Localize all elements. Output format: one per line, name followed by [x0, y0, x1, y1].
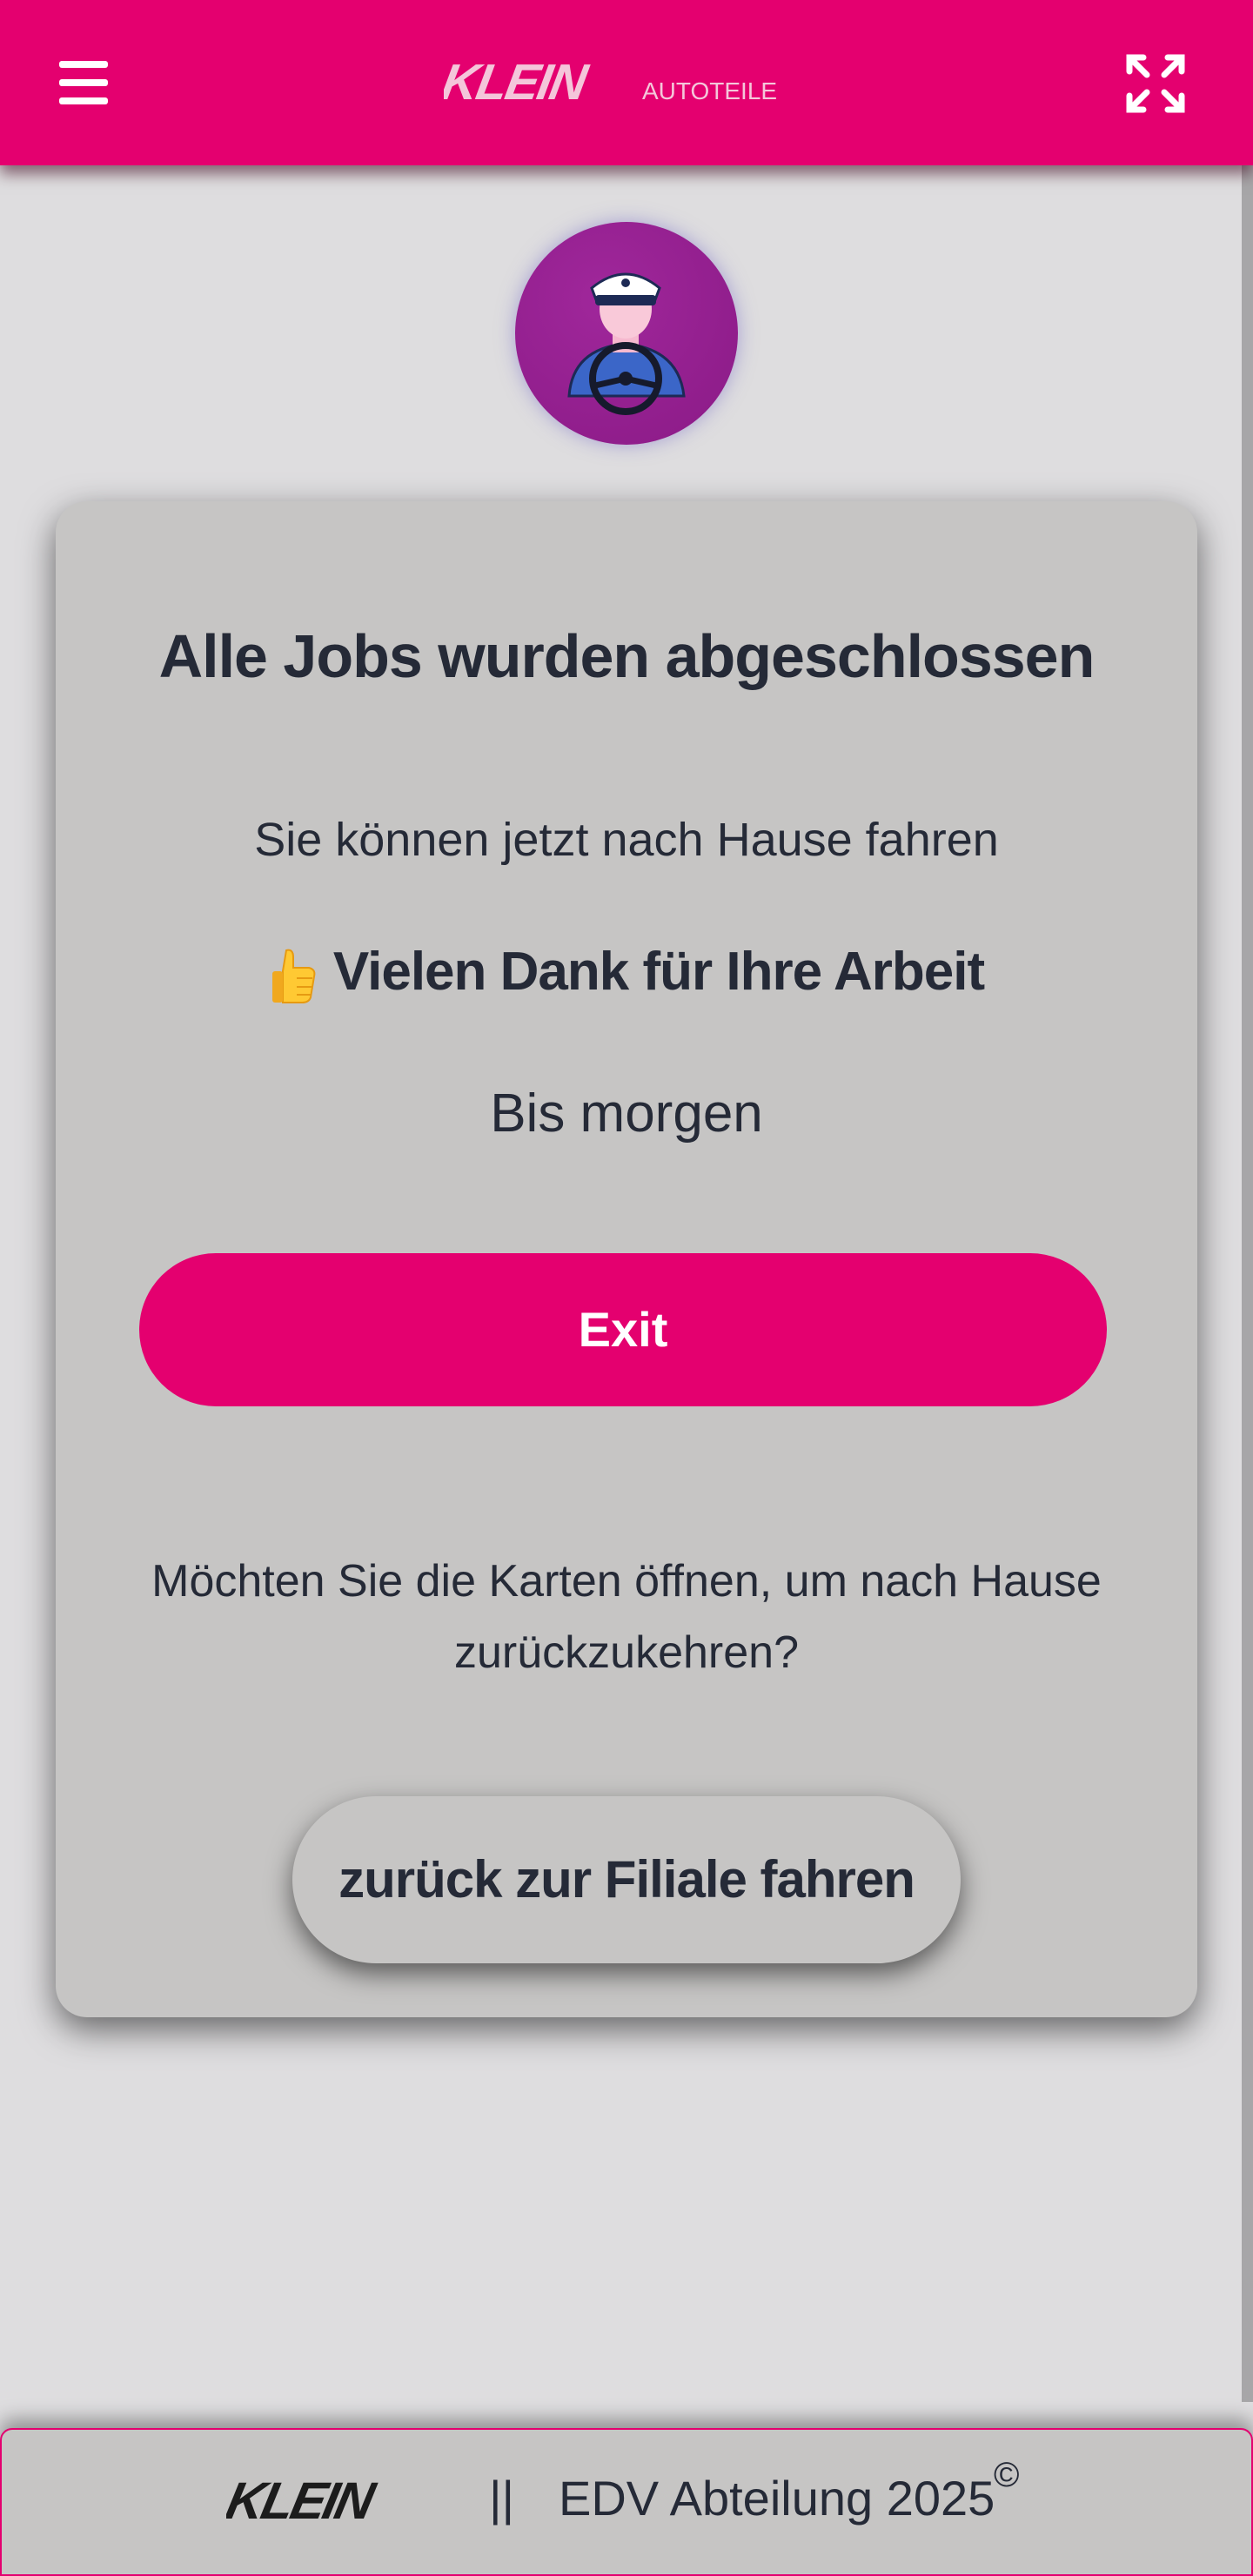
svg-text:KLEIN: KLEIN — [226, 2473, 381, 2530]
return-to-branch-button[interactable]: zurück zur Filiale fahren — [292, 1796, 961, 1963]
see-you-tomorrow-text: Bis morgen — [490, 1083, 763, 1144]
app-footer: KLEIN || EDV Abteilung 2025 © — [0, 2428, 1253, 2576]
thanks-message: Vielen Dank für Ihre Arbeit — [56, 941, 1197, 1004]
jobs-complete-card: Alle Jobs wurden abgeschlossen Sie könne… — [56, 501, 1197, 2017]
card-title: Alle Jobs wurden abgeschlossen — [158, 622, 1096, 690]
hamburger-menu-icon[interactable] — [59, 61, 108, 104]
fullscreen-expand-icon[interactable] — [1122, 50, 1189, 117]
driver-with-steering-wheel-icon — [567, 272, 686, 415]
klein-autoteile-logo: KLEIN AUTOTEILE — [444, 54, 777, 111]
svg-text:KLEIN: KLEIN — [444, 54, 593, 111]
driver-avatar — [515, 222, 738, 445]
open-maps-question: Möchten Sie die Karten öffnen, um nach H… — [151, 1556, 1102, 1678]
scrollbar-thumb[interactable] — [1242, 165, 1253, 2402]
svg-text:AUTOTEILE: AUTOTEILE — [642, 77, 777, 104]
thumbs-up-icon — [271, 949, 316, 1003]
app-header: KLEIN AUTOTEILE — [0, 0, 1253, 165]
footer-separator: || — [489, 2471, 515, 2526]
copyright-symbol: © — [994, 2456, 1020, 2494]
klein-footer-logo: KLEIN — [226, 2473, 381, 2530]
go-home-message: Sie können jetzt nach Hause fahren — [254, 814, 999, 866]
footer-department-text: EDV Abteilung 2025 — [559, 2471, 995, 2526]
thanks-text: Vielen Dank für Ihre Arbeit — [332, 942, 985, 1002]
exit-button[interactable]: Exit — [139, 1253, 1107, 1406]
